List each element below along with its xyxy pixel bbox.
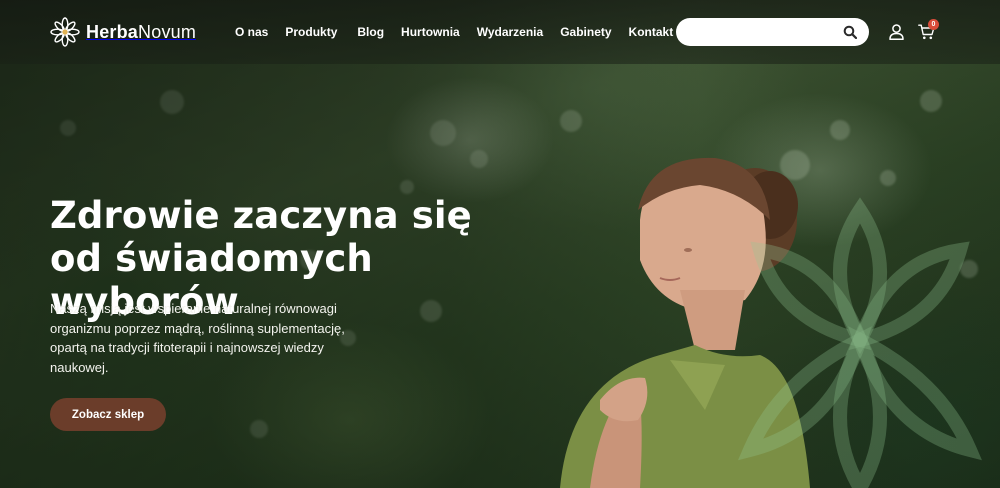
site-header: HerbaNovum O nas Produkty Blog Hurtownia…	[0, 0, 1000, 64]
user-icon[interactable]	[889, 24, 904, 40]
main-navigation: O nas Produkty Blog Hurtownia Wydarzenia…	[235, 24, 690, 40]
nav-item-blog[interactable]: Blog	[357, 24, 384, 40]
search-input[interactable]	[690, 24, 840, 40]
decorative-leaf-logo	[737, 197, 983, 488]
search-icon[interactable]	[843, 25, 857, 39]
nav-item-wydarzenia[interactable]: Wydarzenia	[477, 24, 543, 40]
cart-count-badge: 0	[928, 19, 939, 30]
flower-logo-icon	[50, 17, 80, 47]
hero-description: Naszą misją jest wspieranie naturalnej r…	[50, 301, 345, 375]
nav-item-hurtownia[interactable]: Hurtownia	[401, 24, 460, 40]
nav-item-kontakt[interactable]: Kontakt	[629, 24, 674, 40]
shop-cta-button[interactable]: Zobacz sklep	[50, 398, 166, 431]
nav-item-o-nas[interactable]: O nas	[235, 24, 268, 40]
brand-name: HerbaNovum	[86, 21, 197, 42]
brand-logo[interactable]: HerbaNovum	[50, 16, 196, 48]
nav-item-produkty[interactable]: Produkty	[285, 24, 337, 40]
search-bar	[676, 18, 869, 46]
nav-item-gabinety[interactable]: Gabinety	[560, 24, 611, 40]
